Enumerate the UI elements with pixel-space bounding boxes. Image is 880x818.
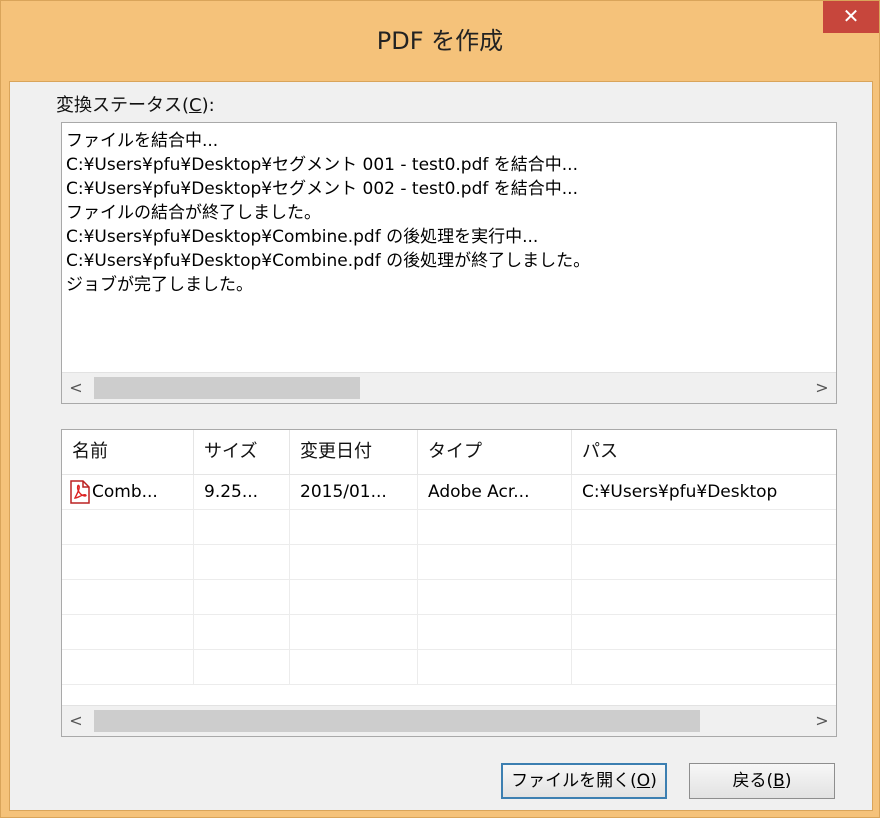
cell-type: Adobe Acr... <box>418 475 572 509</box>
empty-cell <box>418 545 572 579</box>
empty-cell <box>62 580 194 614</box>
column-header-type[interactable]: タイプ <box>418 430 572 474</box>
window-title: PDF を作成 <box>376 27 504 55</box>
empty-cell <box>290 615 418 649</box>
pdf-file-icon <box>70 480 90 504</box>
status-horizontal-scrollbar[interactable]: < > <box>62 372 836 403</box>
open-file-label: ファイルを開く( <box>511 771 637 791</box>
status-line: C:¥Users¥pfu¥Desktop¥Combine.pdf の後処理が終了… <box>66 251 591 271</box>
status-line: ファイルを結合中... <box>66 131 219 151</box>
title-bar[interactable]: PDF を作成 ✕ <box>1 1 879 81</box>
table-row[interactable]: Comb... 9.25... 2015/01... Adobe Acr... … <box>62 475 836 510</box>
status-label-text: 変換ステータス( <box>56 95 190 116</box>
file-list-header: 名前 サイズ 変更日付 タイプ パス <box>62 430 836 475</box>
empty-cell <box>418 650 572 684</box>
scrollbar-thumb[interactable] <box>94 710 700 732</box>
list-horizontal-scrollbar[interactable]: < > <box>62 705 836 736</box>
status-line: ファイルの結合が終了しました。 <box>66 203 321 223</box>
scroll-right-arrow-icon[interactable]: > <box>808 706 836 736</box>
scroll-right-arrow-icon[interactable]: > <box>808 373 836 403</box>
empty-cell <box>418 510 572 544</box>
cell-modified: 2015/01... <box>290 475 418 509</box>
back-label-suffix: ) <box>784 771 792 791</box>
empty-cell <box>62 510 194 544</box>
empty-row <box>62 650 836 685</box>
scroll-left-arrow-icon[interactable]: < <box>62 373 90 403</box>
scroll-left-arrow-icon[interactable]: < <box>62 706 90 736</box>
open-file-button[interactable]: ファイルを開く(O) <box>501 763 667 799</box>
open-file-mnemonic: O <box>636 771 651 791</box>
scrollbar-thumb[interactable] <box>94 377 360 399</box>
back-label: 戻る( <box>732 771 774 791</box>
empty-cell <box>418 615 572 649</box>
empty-row <box>62 545 836 580</box>
empty-cell <box>290 545 418 579</box>
back-button[interactable]: 戻る(B) <box>689 763 835 799</box>
close-button[interactable]: ✕ <box>823 1 879 33</box>
cell-size: 9.25... <box>194 475 290 509</box>
close-icon: ✕ <box>842 4 860 28</box>
column-header-size[interactable]: サイズ <box>194 430 290 474</box>
empty-cell <box>290 580 418 614</box>
status-log-lines: ファイルを結合中... C:¥Users¥pfu¥Desktop¥セグメント 0… <box>66 129 590 297</box>
empty-cell <box>194 510 290 544</box>
status-label-mnemonic: C <box>189 95 202 116</box>
empty-cell <box>290 510 418 544</box>
status-log[interactable]: ファイルを結合中... C:¥Users¥pfu¥Desktop¥セグメント 0… <box>61 122 837 404</box>
empty-cell <box>194 650 290 684</box>
column-header-modified[interactable]: 変更日付 <box>290 430 418 474</box>
status-line: C:¥Users¥pfu¥Desktop¥Combine.pdf の後処理を実行… <box>66 227 539 247</box>
column-header-name[interactable]: 名前 <box>62 430 194 474</box>
empty-row <box>62 615 836 650</box>
empty-cell <box>62 615 194 649</box>
status-line: C:¥Users¥pfu¥Desktop¥セグメント 002 - test0.p… <box>66 179 578 199</box>
empty-row <box>62 580 836 615</box>
empty-row <box>62 510 836 545</box>
empty-cell <box>62 650 194 684</box>
cell-name: Comb... <box>62 475 194 509</box>
cell-path: C:¥Users¥pfu¥Desktop <box>582 482 778 502</box>
status-line: ジョブが完了しました。 <box>66 275 253 295</box>
file-list[interactable]: 名前 サイズ 変更日付 タイプ パス Comb... 9.25... 2015/… <box>61 429 837 737</box>
open-file-label-suffix: ) <box>650 771 657 791</box>
file-name: Comb... <box>92 482 158 502</box>
empty-cell <box>194 580 290 614</box>
status-label: 変換ステータス(C): <box>56 91 215 117</box>
dialog-window: PDF を作成 ✕ 変換ステータス(C): ファイルを結合中... C:¥Use… <box>0 0 880 818</box>
status-label-suffix: ): <box>201 95 215 116</box>
column-header-path[interactable]: パス <box>572 430 836 474</box>
empty-cell <box>418 580 572 614</box>
empty-cell <box>290 650 418 684</box>
empty-cell <box>194 615 290 649</box>
status-line: C:¥Users¥pfu¥Desktop¥セグメント 001 - test0.p… <box>66 155 578 175</box>
empty-cell <box>62 545 194 579</box>
back-mnemonic: B <box>773 771 785 791</box>
empty-cell <box>194 545 290 579</box>
